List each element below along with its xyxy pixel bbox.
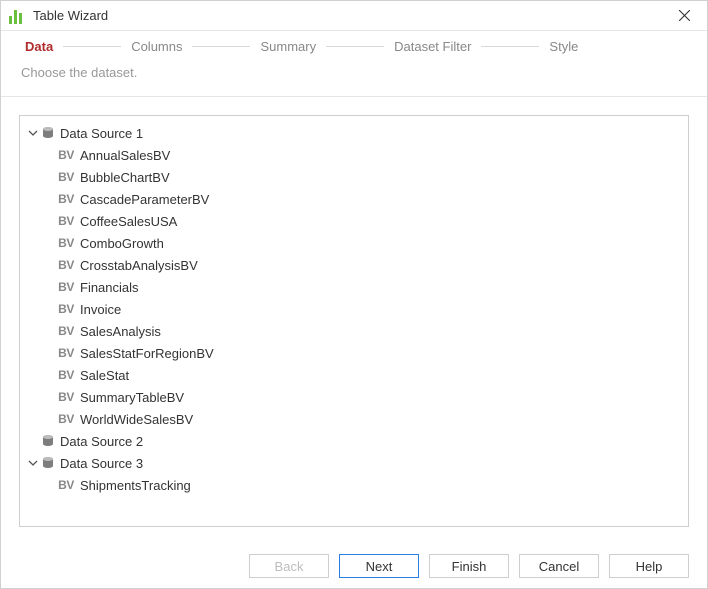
bv-icon: BV [56, 192, 76, 206]
close-button[interactable] [669, 1, 699, 31]
window-title: Table Wizard [33, 8, 669, 23]
bv-icon: BV [56, 346, 76, 360]
tree-arrow-placeholder [26, 434, 40, 448]
dataset-item[interactable]: BV SummaryTableBV [26, 386, 682, 408]
dataset-label: Financials [80, 280, 139, 295]
dataset-item[interactable]: BV ComboGrowth [26, 232, 682, 254]
data-source-label: Data Source 2 [60, 434, 143, 449]
next-button[interactable]: Next [339, 554, 419, 578]
dataset-item[interactable]: BV CascadeParameterBV [26, 188, 682, 210]
dataset-label: CoffeeSalesUSA [80, 214, 177, 229]
step-style[interactable]: Style [543, 39, 584, 54]
dataset-item[interactable]: BV SalesAnalysis [26, 320, 682, 342]
bv-icon: BV [56, 302, 76, 316]
bv-icon: BV [56, 214, 76, 228]
chevron-down-icon[interactable] [26, 456, 40, 470]
close-icon [679, 10, 690, 21]
step-separator [326, 46, 384, 47]
dataset-item[interactable]: BV SalesStatForRegionBV [26, 342, 682, 364]
step-dataset-filter[interactable]: Dataset Filter [388, 39, 477, 54]
bv-icon: BV [56, 170, 76, 184]
data-source-row[interactable]: Data Source 2 [26, 430, 682, 452]
dataset-label: AnnualSalesBV [80, 148, 170, 163]
dataset-item[interactable]: BV CrosstabAnalysisBV [26, 254, 682, 276]
help-button[interactable]: Help [609, 554, 689, 578]
bv-icon: BV [56, 280, 76, 294]
bv-icon: BV [56, 148, 76, 162]
bv-icon: BV [56, 390, 76, 404]
dataset-label: ComboGrowth [80, 236, 164, 251]
database-icon [40, 433, 56, 449]
dataset-label: Invoice [80, 302, 121, 317]
bv-icon: BV [56, 412, 76, 426]
finish-button[interactable]: Finish [429, 554, 509, 578]
dataset-item[interactable]: BV CoffeeSalesUSA [26, 210, 682, 232]
dataset-item[interactable]: BV ShipmentsTracking [26, 474, 682, 496]
bv-icon: BV [56, 258, 76, 272]
footer-buttons: Back Next Finish Cancel Help [249, 554, 689, 578]
data-source-row[interactable]: Data Source 3 [26, 452, 682, 474]
dataset-tree[interactable]: Data Source 1 BV AnnualSalesBV BV BubbleChar… [19, 115, 689, 527]
dataset-item[interactable]: BV BubbleChartBV [26, 166, 682, 188]
tree-container: Data Source 1 BV AnnualSalesBV BV BubbleChar… [1, 97, 707, 545]
step-separator [192, 46, 250, 47]
bv-icon: BV [56, 368, 76, 382]
dataset-label: SummaryTableBV [80, 390, 184, 405]
dataset-label: BubbleChartBV [80, 170, 170, 185]
wizard-steps: Data Columns Summary Dataset Filter Styl… [1, 31, 707, 61]
step-columns[interactable]: Columns [125, 39, 188, 54]
bv-icon: BV [56, 478, 76, 492]
dataset-item[interactable]: BV SaleStat [26, 364, 682, 386]
dataset-label: SalesStatForRegionBV [80, 346, 214, 361]
app-icon [9, 8, 25, 24]
back-button[interactable]: Back [249, 554, 329, 578]
dataset-item[interactable]: BV AnnualSalesBV [26, 144, 682, 166]
titlebar: Table Wizard [1, 1, 707, 31]
dataset-item[interactable]: BV Invoice [26, 298, 682, 320]
database-icon [40, 455, 56, 471]
bv-icon: BV [56, 236, 76, 250]
chevron-down-icon[interactable] [26, 126, 40, 140]
database-icon [40, 125, 56, 141]
dataset-label: CascadeParameterBV [80, 192, 209, 207]
data-source-label: Data Source 1 [60, 126, 143, 141]
dataset-item[interactable]: BV WorldWideSalesBV [26, 408, 682, 430]
dataset-label: SalesAnalysis [80, 324, 161, 339]
dataset-label: ShipmentsTracking [80, 478, 191, 493]
dataset-item[interactable]: BV Financials [26, 276, 682, 298]
cancel-button[interactable]: Cancel [519, 554, 599, 578]
step-data[interactable]: Data [19, 39, 59, 54]
dataset-label: CrosstabAnalysisBV [80, 258, 198, 273]
bv-icon: BV [56, 324, 76, 338]
subtitle: Choose the dataset. [1, 61, 707, 96]
step-separator [63, 46, 121, 47]
data-source-label: Data Source 3 [60, 456, 143, 471]
data-source-row[interactable]: Data Source 1 [26, 122, 682, 144]
dataset-label: WorldWideSalesBV [80, 412, 193, 427]
step-summary[interactable]: Summary [254, 39, 322, 54]
dataset-label: SaleStat [80, 368, 129, 383]
step-separator [481, 46, 539, 47]
